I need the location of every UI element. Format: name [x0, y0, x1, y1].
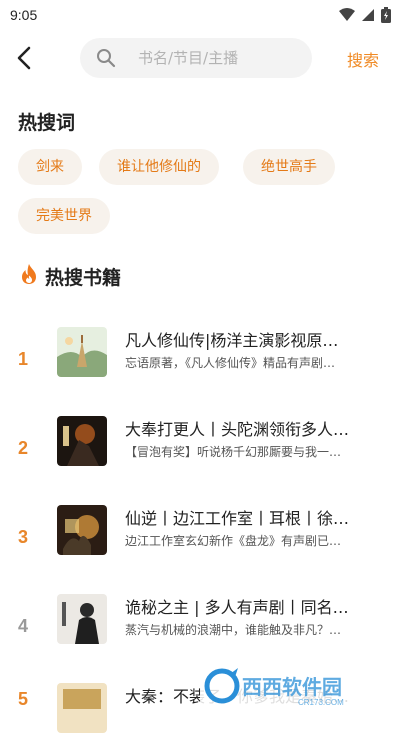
rank-number: 2: [18, 438, 29, 458]
svg-text:CR173.COM: CR173.COM: [298, 698, 344, 707]
fire-icon: [22, 264, 36, 284]
book-list-item[interactable]: 1 凡人修仙传|杨洋主演影视原… 忘语原著，《凡人修仙传》精品有声剧…: [0, 327, 401, 397]
book-cover: [57, 327, 107, 377]
back-button[interactable]: [10, 44, 38, 72]
rank-number: 3: [18, 527, 29, 547]
book-title: 大奉打更人丨头陀渊领衔多人…: [125, 420, 350, 439]
hot-words-title: 热搜词: [18, 112, 76, 134]
book-description: 蒸汽与机械的浪潮中，谁能触及非凡？…: [125, 623, 342, 637]
svg-text:西西软件园: 西西软件园: [242, 675, 342, 699]
status-icons: [339, 7, 391, 23]
book-title: 凡人修仙传|杨洋主演影视原…: [125, 331, 339, 350]
wifi-icon: [339, 8, 355, 21]
book-description: 【冒泡有奖】听说杨千幻那厮要与我一…: [125, 445, 342, 459]
book-cover: [57, 416, 107, 466]
book-list-item[interactable]: 3 仙逆丨边江工作室丨耳根丨徐… 边江工作室玄幻新作《盘龙》有声剧已…: [0, 505, 401, 575]
watermark-logo: 西西软件园 CR173.COM: [200, 664, 382, 708]
rank-number: 4: [18, 616, 29, 636]
book-cover: [57, 594, 107, 644]
book-list-item[interactable]: 2 大奉打更人丨头陀渊领衔多人… 【冒泡有奖】听说杨千幻那厮要与我一…: [0, 416, 401, 486]
book-title: 诡秘之主 | 多人有声剧丨同名…: [125, 598, 349, 617]
book-list-item[interactable]: 4 诡秘之主 | 多人有声剧丨同名… 蒸汽与机械的浪潮中，谁能触及非凡？…: [0, 594, 401, 664]
hot-books-title: 热搜书籍: [45, 267, 122, 289]
search-header: 搜索: [0, 36, 401, 80]
book-cover: [57, 505, 107, 555]
search-box[interactable]: [80, 38, 312, 78]
search-button[interactable]: 搜索: [347, 47, 379, 71]
book-cover: [57, 683, 107, 733]
book-title: 仙逆丨边江工作室丨耳根丨徐…: [125, 509, 350, 528]
rank-number: 5: [18, 689, 29, 709]
hot-word-tag[interactable]: 绝世高手: [243, 149, 335, 185]
search-icon: [97, 49, 116, 68]
rank-number: 1: [18, 349, 29, 369]
chevron-left-icon: [17, 46, 31, 70]
status-bar: 9:05: [0, 0, 401, 30]
status-time: 9:05: [10, 7, 38, 23]
hot-word-tag[interactable]: 谁让他修仙的: [99, 149, 219, 185]
book-description: 忘语原著，《凡人修仙传》精品有声剧…: [125, 356, 336, 370]
hot-word-tag[interactable]: 剑来: [18, 149, 82, 185]
book-description: 边江工作室玄幻新作《盘龙》有声剧已…: [125, 534, 342, 548]
search-input[interactable]: [138, 46, 303, 70]
signal-icon: [362, 9, 374, 21]
battery-icon: [381, 7, 391, 23]
hot-word-tag[interactable]: 完美世界: [18, 198, 110, 234]
